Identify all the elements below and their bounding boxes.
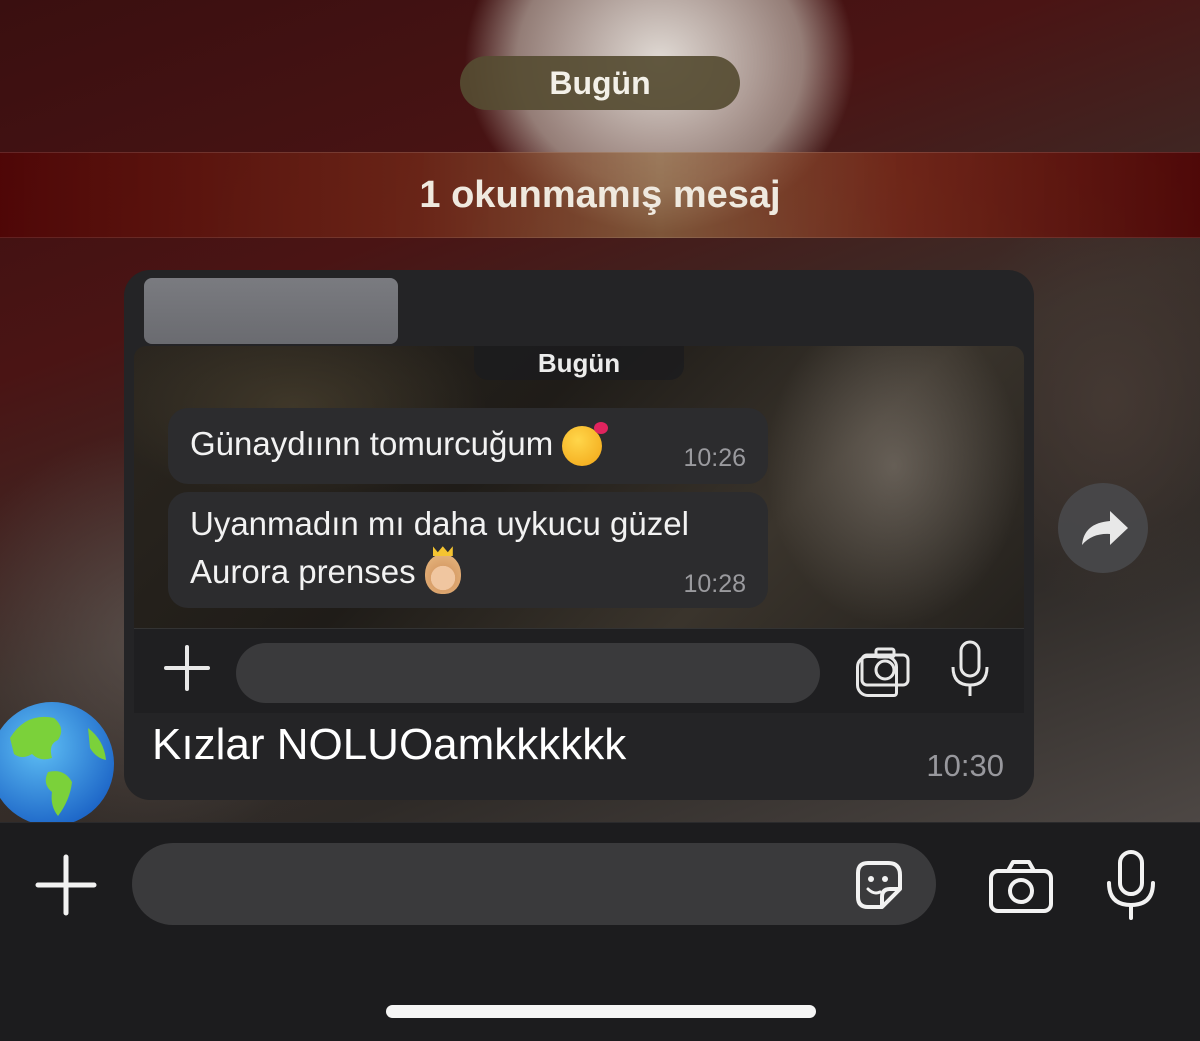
microphone-icon[interactable] <box>1104 849 1158 921</box>
plus-icon[interactable] <box>34 853 98 917</box>
forward-button[interactable] <box>1058 483 1148 573</box>
screenshot-message-time: 10:26 <box>683 444 746 472</box>
attached-screenshot[interactable]: Bugün Günaydıınn tomurcuğum 10:26 Uyanma… <box>134 346 1024 628</box>
unread-messages-banner: 1 okunmamış mesaj <box>0 152 1200 238</box>
plus-icon <box>162 643 212 693</box>
message-time: 10:30 <box>926 748 1004 783</box>
forward-icon <box>1082 511 1128 545</box>
screenshot-message: Günaydıınn tomurcuğum 10:26 <box>168 408 768 484</box>
redacted-sender-block <box>144 278 398 344</box>
screenshot-message-text: Günaydıınn tomurcuğum <box>190 425 554 462</box>
screenshot-input-bar <box>134 628 1024 713</box>
screenshot-date-separator: Bugün <box>474 346 684 380</box>
microphone-icon <box>951 640 989 696</box>
princess-icon <box>424 554 461 595</box>
message-bubble[interactable]: Bugün Günaydıınn tomurcuğum 10:26 Uyanma… <box>124 270 1034 800</box>
sticker-icon[interactable] <box>852 859 904 911</box>
screenshot-message-line: Aurora prenses <box>190 553 416 590</box>
screenshot-message: Uyanmadın mı daha uykucu güzel Aurora pr… <box>168 492 768 608</box>
message-text: Kızlar NOLUOamkkkkkk <box>152 720 627 769</box>
screenshot-message-time: 10:28 <box>683 570 746 598</box>
globe-avatar[interactable] <box>0 688 118 840</box>
camera-icon <box>860 647 910 687</box>
home-indicator[interactable] <box>386 1005 816 1018</box>
screenshot-message-line: Uyanmadın mı daha uykucu güzel <box>190 505 689 542</box>
date-separator: Bugün <box>460 56 740 110</box>
camera-icon[interactable] <box>988 859 1054 913</box>
smiling-face-with-hearts-icon <box>562 422 609 467</box>
screenshot-text-field <box>236 643 898 703</box>
message-text-field[interactable] <box>132 843 936 925</box>
